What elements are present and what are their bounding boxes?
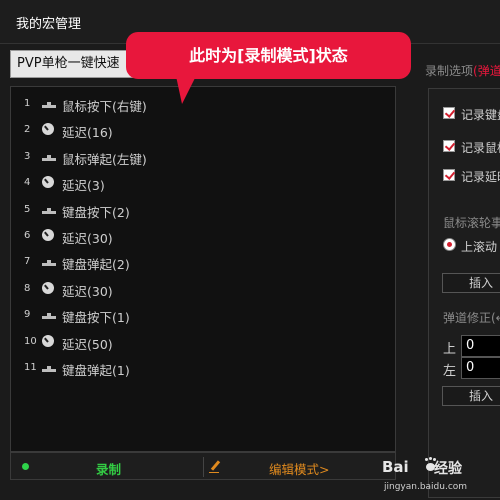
macro-step-row[interactable]: 8 延迟(30) xyxy=(11,276,395,302)
toolbar-divider xyxy=(203,457,204,477)
clock-icon xyxy=(41,123,57,137)
baidu-jingyan-watermark: Bai 经验 jingyan.baidu.com xyxy=(382,458,500,498)
step-label: 键盘按下(1) xyxy=(62,310,130,326)
macro-step-row[interactable]: 6 延迟(30) xyxy=(11,223,395,249)
macro-step-row[interactable]: 10 延迟(50) xyxy=(11,329,395,355)
step-label: 鼠标按下(右键) xyxy=(62,99,147,114)
step-number: 5 xyxy=(24,203,31,215)
key-icon xyxy=(41,255,57,269)
record-delay-label: 记录延时 xyxy=(461,170,500,184)
offset-up-input[interactable]: 0 xyxy=(461,335,500,357)
window-title: 我的宏管理 xyxy=(16,17,82,32)
step-number: 10 xyxy=(24,335,37,347)
key-icon xyxy=(41,203,57,217)
macro-step-row[interactable]: 1 鼠标按下(右键) xyxy=(11,91,395,117)
step-number: 7 xyxy=(24,256,31,268)
macro-step-row[interactable]: 4 延迟(3) xyxy=(11,170,395,196)
step-label: 延迟(50) xyxy=(62,336,113,352)
step-label: 延迟(3) xyxy=(62,178,105,194)
wheel-event-label: 鼠标滚轮事 xyxy=(443,216,500,230)
step-number: 2 xyxy=(24,124,31,136)
record-options-title: 录制选项(弹道 xyxy=(425,62,500,79)
pencil-icon xyxy=(209,460,221,474)
record-indicator-icon xyxy=(22,463,29,470)
step-label: 延迟(30) xyxy=(62,230,113,246)
callout-text: 此时为[录制模式]状态 xyxy=(189,46,348,65)
clock-icon xyxy=(41,281,57,296)
edit-mode-button[interactable]: 编辑模式> xyxy=(269,459,329,478)
record-options-label: 录制选项 xyxy=(425,64,474,78)
step-number: 4 xyxy=(24,177,31,189)
scroll-up-radio[interactable] xyxy=(443,238,456,251)
step-number: 9 xyxy=(24,309,31,321)
key-icon xyxy=(41,361,57,375)
callout-pointer xyxy=(176,76,196,104)
clock-icon xyxy=(41,334,57,349)
step-label: 键盘弹起(1) xyxy=(62,362,130,378)
key-icon xyxy=(41,150,57,164)
record-keyboard-label: 记录键盘 xyxy=(461,108,500,122)
step-number: 11 xyxy=(24,361,37,373)
record-mouse-label: 记录鼠标 xyxy=(461,141,500,155)
watermark-url: jingyan.baidu.com xyxy=(384,482,468,492)
offset-left-key: 左 xyxy=(443,364,457,379)
bottom-toolbar: 录制 编辑模式> xyxy=(10,452,396,480)
macro-step-row[interactable]: 2 延迟(16) xyxy=(11,117,395,143)
step-number: 1 xyxy=(24,98,31,109)
insert-offset-button[interactable]: 插入 xyxy=(442,386,500,406)
offset-up-key: 上 xyxy=(443,342,457,357)
key-icon xyxy=(41,308,57,322)
key-icon xyxy=(41,97,57,111)
step-number: 6 xyxy=(24,229,31,241)
record-keyboard-checkbox[interactable] xyxy=(443,107,455,119)
macro-list-body: 1 鼠标按下(右键) 2 延迟(16) 3 鼠标弹起(左键) 4 延迟(3) 5 键盘按下(2) 6… xyxy=(11,91,395,381)
step-number: 8 xyxy=(24,282,31,294)
step-label: 键盘按下(2) xyxy=(62,204,130,220)
step-label: 鼠标弹起(左键) xyxy=(62,151,147,167)
step-label: 延迟(16) xyxy=(62,125,113,141)
watermark-brand: Bai xyxy=(382,458,409,476)
watermark-sub: 经验 xyxy=(434,461,462,477)
record-mouse-checkbox[interactable] xyxy=(443,140,455,152)
insert-wheel-button[interactable]: 插入 xyxy=(442,273,500,293)
macro-step-row[interactable]: 11 键盘弹起(1) xyxy=(11,355,395,381)
record-button[interactable]: 录制 xyxy=(96,459,121,478)
macro-preset-select[interactable]: PVP单枪一键快速 xyxy=(10,50,140,78)
scroll-up-label: 上滚动 xyxy=(461,240,498,254)
macro-step-list[interactable]: 1 鼠标按下(右键) 2 延迟(16) 3 鼠标弹起(左键) 4 延迟(3) 5 键盘按下(2) 6… xyxy=(10,86,396,452)
offset-correction-label: 弹道修正(← xyxy=(443,311,500,325)
macro-step-row[interactable]: 5 键盘按下(2) xyxy=(11,197,395,223)
offset-left-input[interactable]: 0 xyxy=(461,357,500,379)
macro-step-row[interactable]: 9 键盘按下(1) xyxy=(11,302,395,328)
record-options-accent: (弹道 xyxy=(473,64,500,78)
step-label: 延迟(30) xyxy=(62,283,113,299)
macro-step-row[interactable]: 3 鼠标弹起(左键) xyxy=(11,144,395,170)
annotation-callout: 此时为[录制模式]状态 xyxy=(126,32,411,79)
step-label: 键盘弹起(2) xyxy=(62,257,130,273)
clock-icon xyxy=(41,176,57,190)
clock-icon xyxy=(41,228,57,243)
macro-step-row[interactable]: 7 键盘弹起(2) xyxy=(11,249,395,275)
record-delay-checkbox[interactable] xyxy=(443,169,455,181)
record-options-panel: 记录键盘 记录鼠标 记录延时 鼠标滚轮事 上滚动 插入 弹道修正(← 上 0 左… xyxy=(428,88,500,498)
step-number: 3 xyxy=(24,150,31,162)
